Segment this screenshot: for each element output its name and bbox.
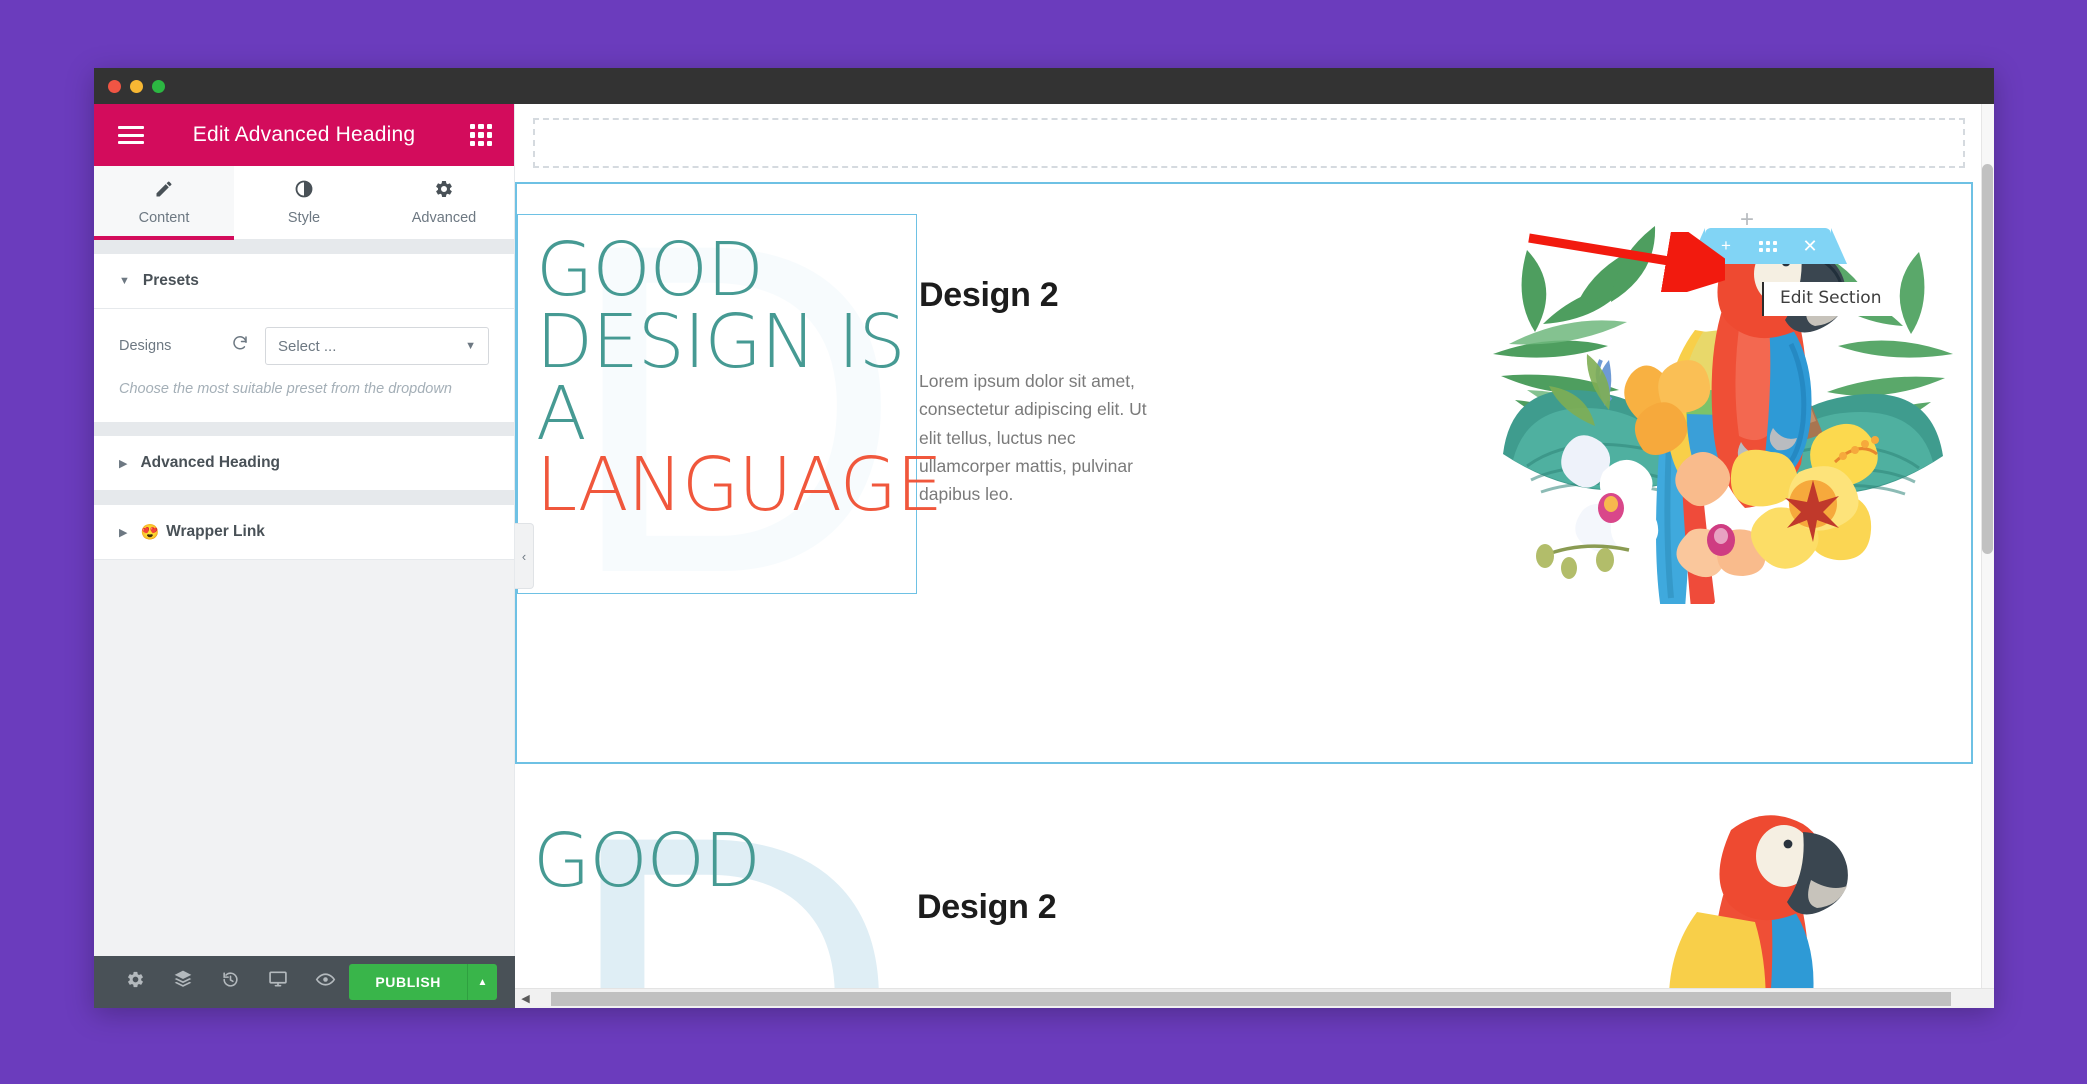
section-divider <box>94 240 514 254</box>
publish-options-caret[interactable]: ▲ <box>467 964 497 1000</box>
responsive-mode-icon[interactable] <box>254 969 301 995</box>
heading-line-4: LANGUAGE <box>536 442 943 529</box>
heading-line-1: GOOD <box>536 227 764 313</box>
section-label-wrapper-link: Wrapper Link <box>166 523 265 541</box>
design-title: Design 2 <box>919 276 1059 314</box>
publish-button-group: PUBLISH ▲ <box>349 964 497 1000</box>
history-icon[interactable] <box>207 970 254 995</box>
drag-grid-icon <box>1759 240 1777 252</box>
window-minimize-button[interactable] <box>130 80 143 93</box>
pencil-icon <box>154 179 174 203</box>
designs-control-row: Designs Select ... ▼ <box>119 327 489 365</box>
canvas-horizontal-scroll-thumb[interactable] <box>551 991 1951 1006</box>
advanced-heading-widget[interactable]: GOOD DESIGN IS A LANGUAGE <box>517 214 943 594</box>
smiley-icon: 😍 <box>140 524 160 542</box>
settings-icon[interactable] <box>112 970 159 995</box>
scroll-left-arrow-icon[interactable]: ◀ <box>515 992 536 1005</box>
tab-advanced[interactable]: Advanced <box>374 166 514 239</box>
section-divider <box>94 422 514 437</box>
section-header-advanced-heading[interactable]: ▶ Advanced Heading <box>94 436 514 492</box>
canvas-horizontal-scrollbar[interactable]: ◀ <box>515 988 1994 1008</box>
handle-right-edge <box>1831 228 1847 264</box>
canvas-vertical-scrollbar[interactable] <box>1981 104 1994 1008</box>
page-section-1[interactable]: D GOOD DESIGN IS A LANGUAGE Design 2 Lor… <box>515 174 1973 764</box>
tab-content[interactable]: Content <box>94 166 234 240</box>
tab-advanced-label: Advanced <box>411 210 477 226</box>
tab-style[interactable]: Style <box>234 166 374 239</box>
panel-tabs: Content Style Advanced <box>94 166 514 240</box>
page-section-2[interactable]: D GOOD Design 2 <box>515 766 1973 1008</box>
heading-line-3: A <box>536 370 587 457</box>
tab-style-label: Style <box>287 210 321 226</box>
section-header-presets[interactable]: ▼ Presets <box>94 254 514 309</box>
panel-header: Edit Advanced Heading <box>94 104 514 166</box>
section-label-advanced-heading: Advanced Heading <box>140 454 280 472</box>
annotation-arrow-icon <box>1528 232 1725 292</box>
edit-section-tooltip: Edit Section <box>1762 282 1898 316</box>
designs-description: Choose the most suitable preset from the… <box>119 381 452 397</box>
chevron-left-icon: ‹ <box>521 548 527 564</box>
editor-canvas: D GOOD DESIGN IS A LANGUAGE Design 2 Lor… <box>515 104 1994 1008</box>
section-1-text-column: Design 2 Lorem ipsum dolor sit amet, con… <box>919 276 1149 509</box>
editor-sidebar-panel: Edit Advanced Heading Content Style Adva… <box>94 104 515 1008</box>
advanced-heading-text-2: GOOD <box>533 818 761 904</box>
designs-select[interactable]: Select ... ▼ <box>265 327 489 365</box>
section-label-presets: Presets <box>142 272 199 289</box>
preview-eye-icon[interactable] <box>302 969 349 996</box>
panel-title: Edit Advanced Heading <box>192 123 416 146</box>
designs-label: Designs <box>119 338 172 354</box>
edit-section-drag-handle[interactable] <box>1747 228 1789 264</box>
designs-select-value: Select ... <box>278 337 337 355</box>
advanced-heading-text: GOOD DESIGN IS A LANGUAGE <box>536 227 943 529</box>
panel-footer-toolbar: PUBLISH ▲ <box>94 956 515 1008</box>
heading-line-2: DESIGN IS <box>536 298 906 385</box>
panel-collapse-toggle[interactable]: ‹ <box>515 523 534 589</box>
presets-section-body: Designs Select ... ▼ Choose the most sui… <box>94 309 514 423</box>
chevron-right-icon: ▶ <box>119 526 128 539</box>
delete-section-button[interactable]: ✕ <box>1789 228 1831 264</box>
publish-button[interactable]: PUBLISH <box>349 964 467 1000</box>
design-title-2: Design 2 <box>917 888 1057 926</box>
tab-content-label: Content <box>138 210 190 226</box>
editor-window: Edit Advanced Heading Content Style Adva… <box>94 68 1994 1008</box>
design-body-text: Lorem ipsum dolor sit amet, consectetur … <box>919 371 1147 505</box>
refresh-icon[interactable] <box>229 334 251 358</box>
chevron-down-icon: ▼ <box>119 275 130 287</box>
apps-grid-icon[interactable] <box>470 124 492 146</box>
chevron-down-icon: ▼ <box>465 340 476 352</box>
chevron-right-icon: ▶ <box>119 457 128 470</box>
tropical-parrot-illustration-2 <box>1485 786 1965 1008</box>
window-titlebar <box>94 68 1994 104</box>
window-close-button[interactable] <box>108 80 121 93</box>
section-header-wrapper-link[interactable]: ▶ 😍 Wrapper Link <box>94 505 514 561</box>
window-zoom-button[interactable] <box>152 80 165 93</box>
advanced-heading-widget-2[interactable]: GOOD <box>515 806 915 1008</box>
section-divider <box>94 491 514 506</box>
hamburger-menu-icon[interactable] <box>118 126 144 144</box>
gear-icon <box>434 179 454 203</box>
canvas-vertical-scroll-thumb[interactable] <box>1982 164 1993 554</box>
navigator-layers-icon[interactable] <box>159 969 206 995</box>
contrast-icon <box>294 179 314 203</box>
